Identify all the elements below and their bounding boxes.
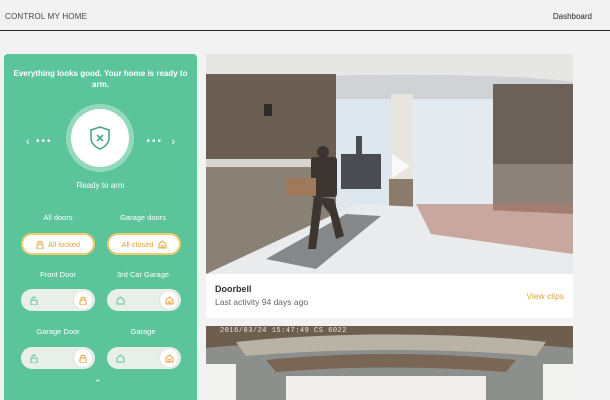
garage-door-lock-toggle[interactable]: [21, 347, 95, 369]
garage-label: Garage: [130, 327, 156, 336]
security-status-message: Everything looks good. Your home is read…: [13, 69, 188, 89]
doorbell-video-image: [206, 54, 573, 274]
third-car-garage-label: 3rd Car Garage: [116, 270, 170, 279]
garage-doors-status: All closed: [121, 239, 154, 249]
chevron-left-icon[interactable]: ‹: [26, 136, 30, 148]
dashboard-link[interactable]: Dashboard: [553, 12, 592, 21]
security-panel: Everything looks good. Your home is read…: [4, 54, 197, 400]
front-door-toggle-knob: [74, 291, 92, 309]
third-car-garage-toggle[interactable]: [107, 289, 181, 311]
video-timestamp: 2016/03/24 15:47:49 CS 6022: [220, 327, 347, 335]
arm-status-label: Ready to arm: [76, 181, 125, 190]
unlock-icon: [30, 354, 38, 363]
doorbell-video-feed[interactable]: [206, 54, 573, 274]
unlock-icon: [30, 296, 38, 305]
lock-icon: [79, 354, 87, 363]
garage-door-label: Garage Door: [36, 327, 80, 336]
all-doors-label: All doors: [43, 213, 73, 222]
garage-icon: [158, 239, 167, 248]
view-clips-link[interactable]: View clips: [526, 291, 564, 301]
garage-doors-label: Garage doors: [120, 213, 166, 222]
garage-open-icon: [116, 353, 125, 362]
front-door-label: Front Door: [40, 270, 76, 279]
garage-camera-card[interactable]: 2016/03/24 15:47:49 CS 6022: [206, 326, 573, 400]
front-door-lock-toggle[interactable]: [21, 289, 95, 311]
top-bar: CONTROL MY HOME Dashboard: [0, 0, 610, 30]
doorbell-camera-card: Doorbell Last activity 94 days ago View …: [206, 54, 573, 318]
chevron-right-icon[interactable]: ›: [171, 136, 175, 148]
dots-right-icon: •••: [146, 136, 163, 147]
garage-doors-closed-button[interactable]: All closed: [107, 233, 181, 255]
all-doors-locked-button[interactable]: All locked: [21, 233, 95, 255]
dots-left-icon: •••: [36, 136, 53, 147]
garage-icon: [165, 353, 173, 362]
lock-icon: [79, 296, 87, 305]
all-doors-status: All locked: [47, 239, 81, 249]
play-icon[interactable]: [392, 154, 410, 178]
app-title: CONTROL MY HOME: [5, 12, 88, 21]
lock-icon: [36, 240, 44, 249]
camera-last-activity: Last activity 94 days ago: [215, 297, 309, 307]
camera-name: Doorbell: [215, 284, 252, 294]
shield-x-icon: [90, 126, 110, 150]
garage-video-image: [206, 326, 573, 400]
third-car-garage-toggle-knob: [160, 291, 178, 309]
garage-open-icon: [116, 295, 125, 304]
garage-toggle-knob: [160, 349, 178, 367]
chevron-up-icon[interactable]: ⌃: [94, 378, 102, 389]
header-divider: [0, 30, 610, 31]
garage-icon: [165, 295, 173, 304]
garage-toggle[interactable]: [107, 347, 181, 369]
arm-shield-button[interactable]: [71, 109, 129, 167]
garage-door-toggle-knob: [74, 349, 92, 367]
